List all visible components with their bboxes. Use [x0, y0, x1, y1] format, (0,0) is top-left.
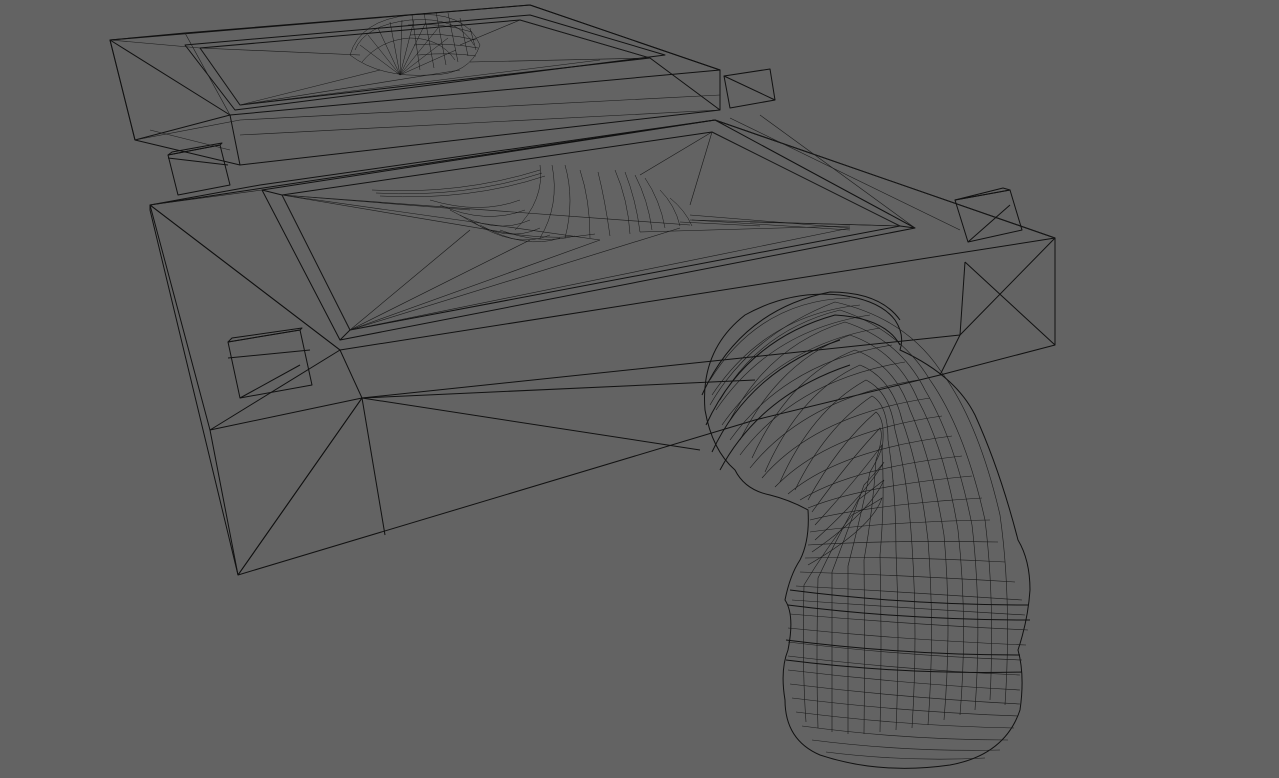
wireframe-scene [109, 4, 1056, 769]
3d-viewport[interactable] [0, 0, 1279, 778]
tray-edge-corner [939, 334, 961, 376]
pipe-flanges [701, 291, 1031, 673]
pipe-longitudinal-lines [709, 301, 1008, 735]
tray-groove [371, 164, 851, 243]
tray-inner-frame [261, 119, 916, 341]
tray-edge-front [361, 397, 386, 536]
pipe-elbow-mesh[interactable] [701, 291, 1031, 769]
tray-edge-left [237, 349, 363, 576]
tray-back-mesh[interactable] [109, 4, 721, 166]
tray-corner-posts [167, 68, 1023, 399]
tray-mesh[interactable] [149, 68, 1056, 576]
pipe-outline [704, 293, 1031, 769]
tray-triangulation [149, 114, 1056, 331]
